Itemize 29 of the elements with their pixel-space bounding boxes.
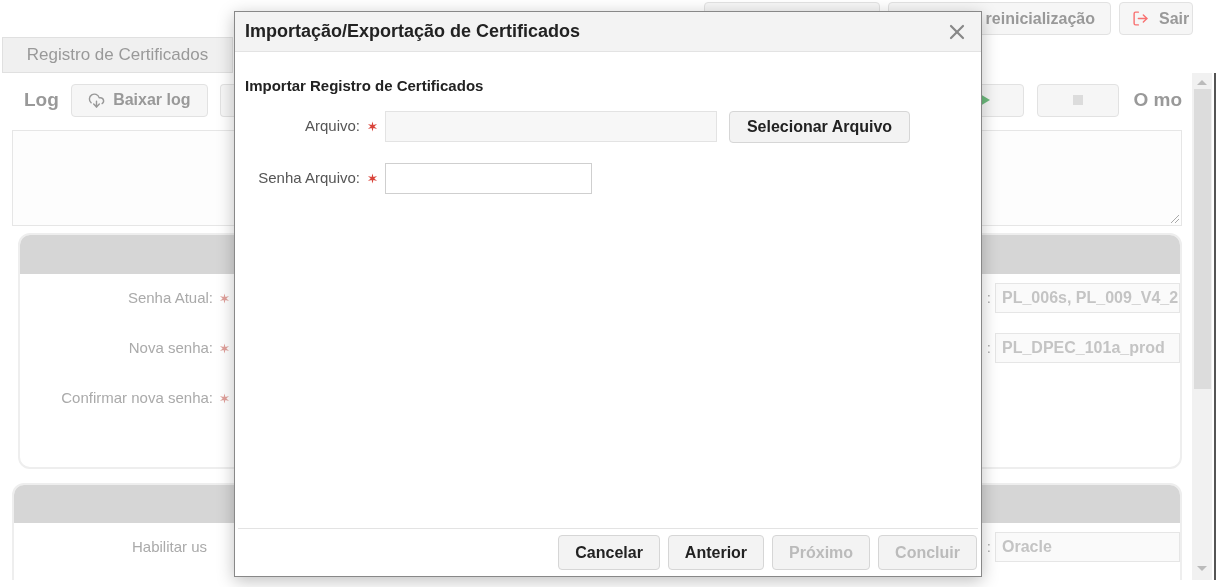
dialog-button[interactable]: Cancelar (558, 535, 660, 570)
field-label: Habilitar us (131, 536, 207, 557)
section-title: Importar Registro de Certificados (245, 76, 485, 96)
exit-icon (1132, 10, 1149, 27)
select-file-button[interactable]: Selecionar Arquivo (729, 110, 910, 143)
field-label: Senha Atual: (127, 287, 213, 308)
field-label: : (986, 536, 991, 557)
scroll-up-icon[interactable] (1197, 79, 1207, 85)
field-label: Senha Arquivo: (257, 167, 360, 188)
exit-button[interactable]: Sair (1119, 2, 1193, 35)
download-log-button[interactable]: Baixar log (70, 83, 208, 117)
password-field[interactable] (385, 162, 592, 194)
field-label: Confirmar nova senha: (61, 387, 213, 408)
resize-handle-icon (1170, 214, 1180, 224)
field-label: : (986, 337, 991, 358)
field-label: Nova senha: (128, 337, 213, 358)
status-text: O mo (1133, 87, 1182, 112)
stop-button[interactable] (1037, 83, 1120, 117)
log-title: Log (24, 87, 59, 112)
field-label: Arquivo: (303, 116, 360, 137)
field-label: : (986, 287, 991, 308)
dialog-title: Importação/Exportação de Certificados (245, 20, 581, 43)
tab[interactable]: Registro de Certificados (2, 37, 233, 73)
scroll-down-icon[interactable] (1197, 566, 1207, 572)
scrollbar[interactable] (1192, 73, 1212, 580)
stop-icon (1073, 95, 1084, 105)
cloud-download-icon (88, 91, 106, 109)
dialog-button[interactable]: Anterior (667, 535, 765, 570)
file-field[interactable] (385, 111, 717, 142)
